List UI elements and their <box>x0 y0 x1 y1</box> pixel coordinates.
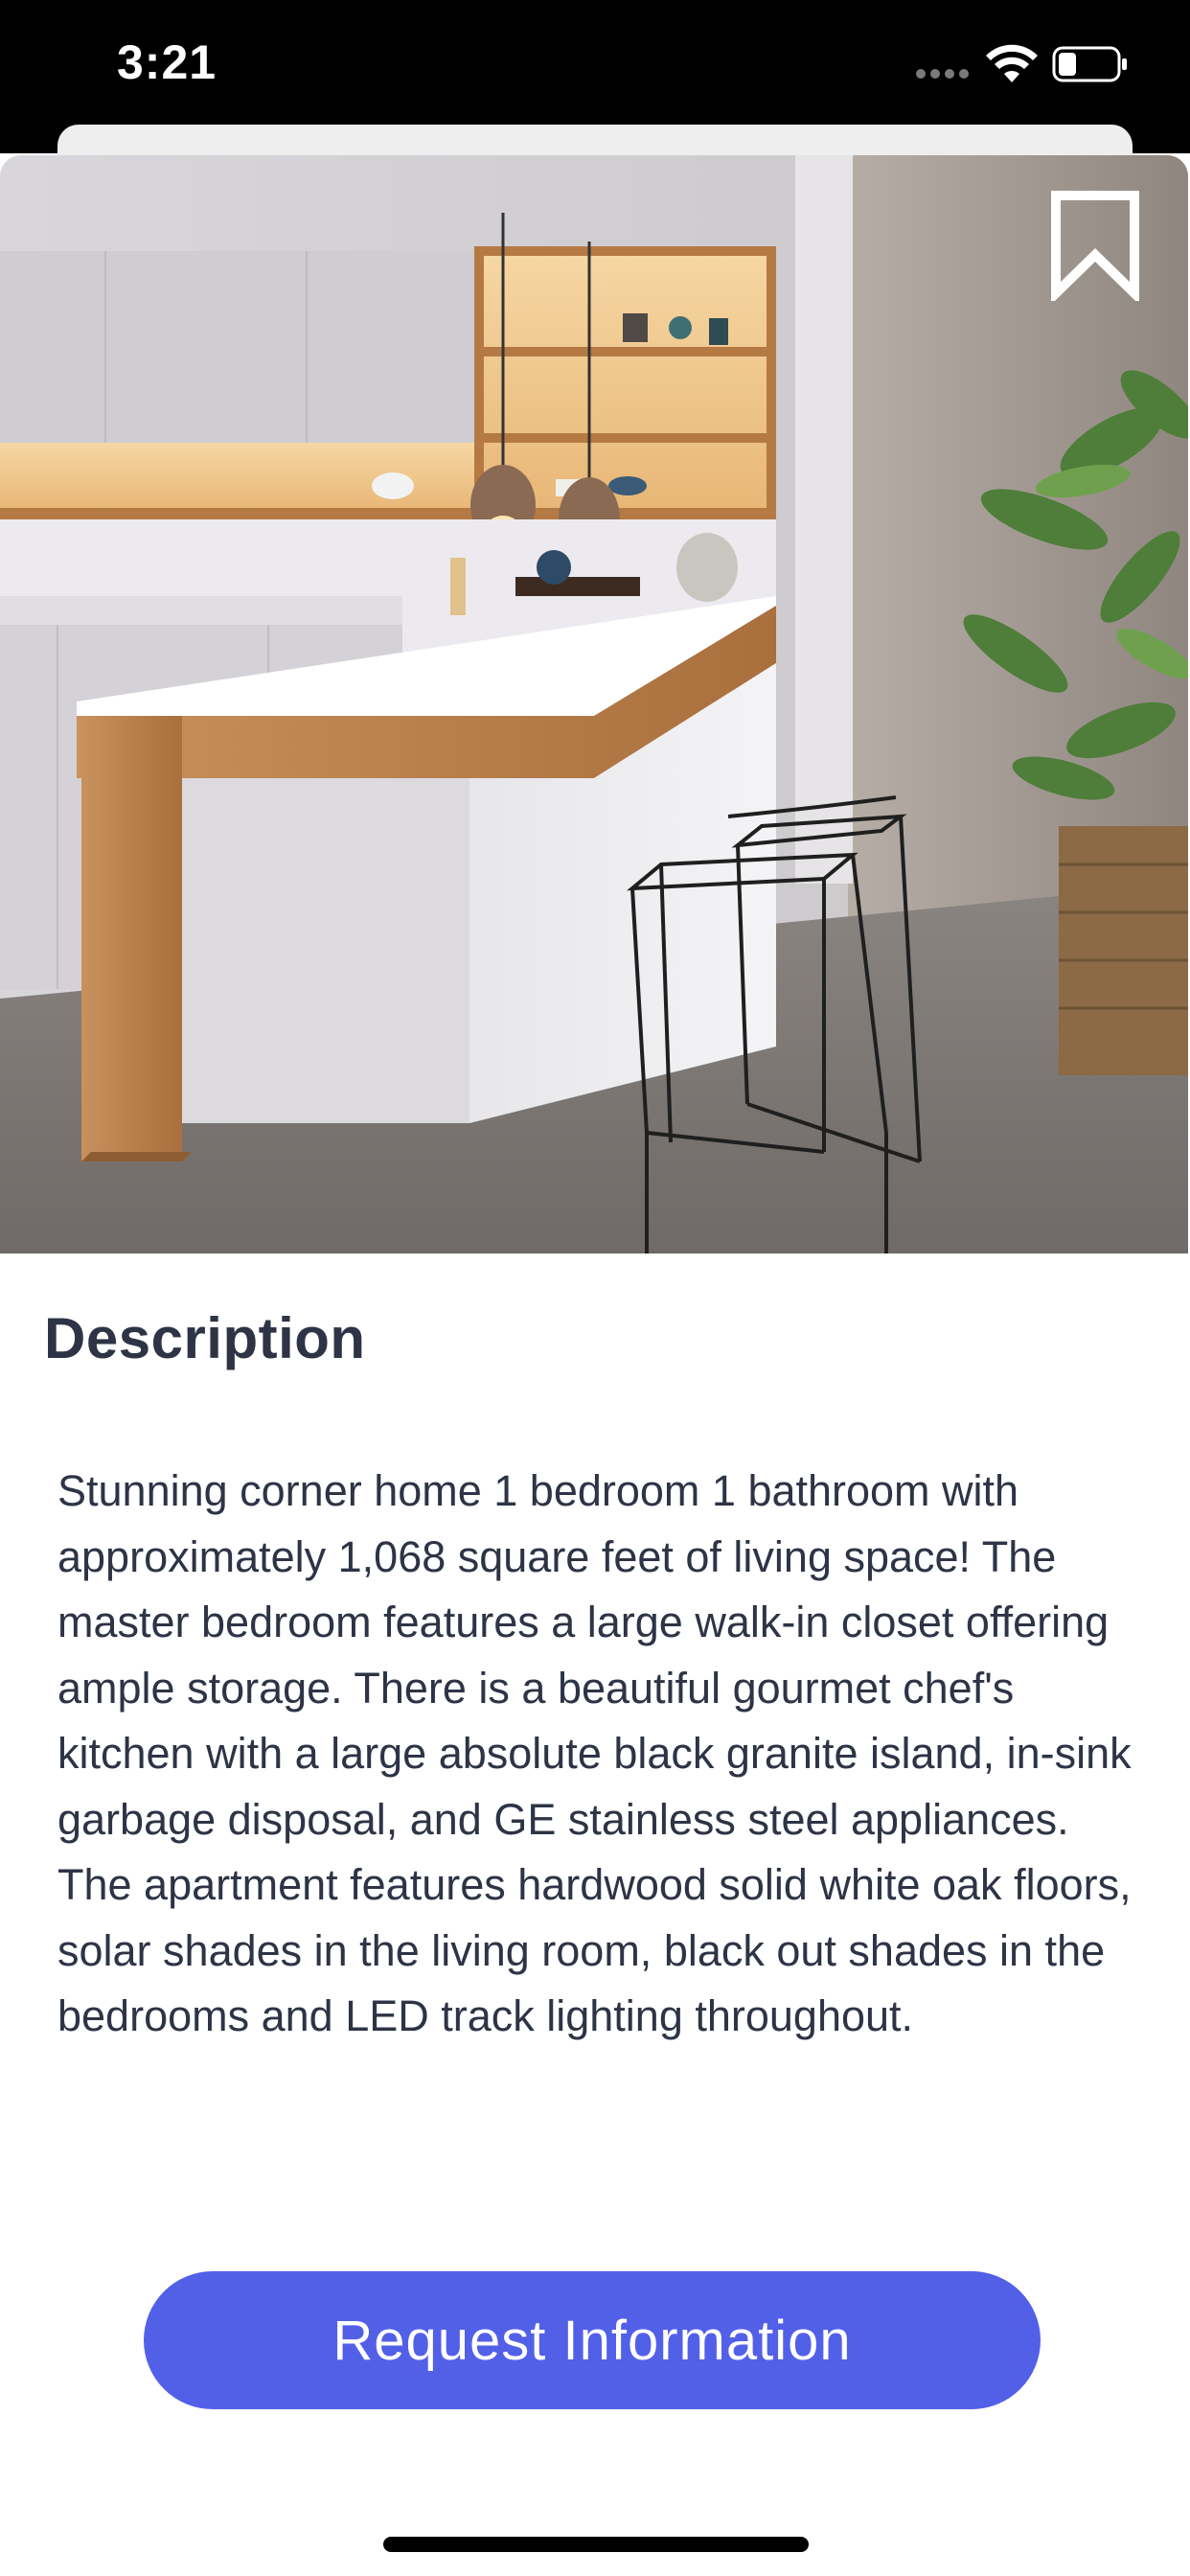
home-indicator <box>383 2537 809 2552</box>
request-information-button[interactable]: Request Information <box>144 2271 1041 2409</box>
bookmark-icon[interactable] <box>1046 188 1144 301</box>
description-heading: Description <box>44 1306 366 1370</box>
listing-photo <box>0 155 1188 1254</box>
cellular-signal-icon <box>916 69 973 82</box>
battery-icon <box>1052 46 1127 82</box>
wifi-icon <box>986 44 1038 82</box>
status-time: 3:21 <box>117 35 217 89</box>
description-text: Stunning corner home 1 bedroom 1 bathroo… <box>57 1466 1132 2040</box>
listing-sheet: Description Stunning corner home 1 bedro… <box>0 155 1188 2576</box>
